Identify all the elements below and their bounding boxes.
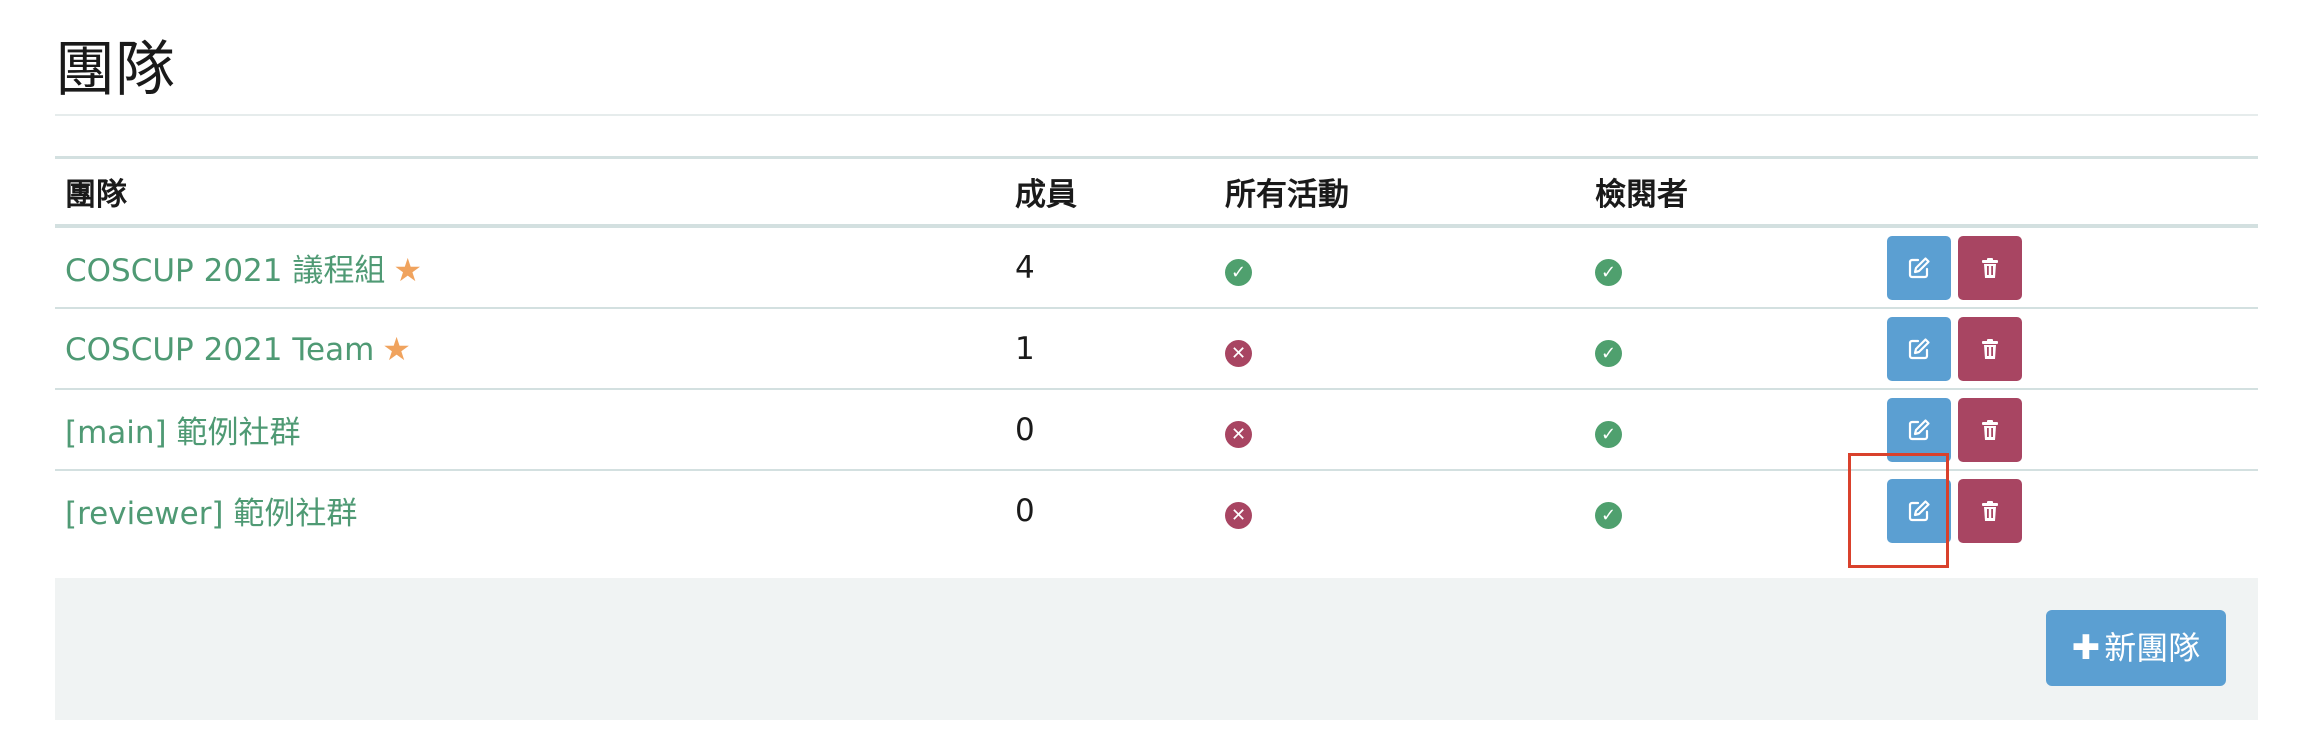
- table-row: [main] 範例社群 0 ✕ ✓: [55, 389, 2258, 470]
- delete-button[interactable]: [1958, 478, 2022, 543]
- team-name-link[interactable]: COSCUP 2021 Team: [65, 332, 374, 368]
- member-count: 0: [1015, 411, 1035, 448]
- team-name-link[interactable]: [reviewer] 範例社群: [65, 496, 357, 532]
- team-cell: COSCUP 2021 議程組 ★: [55, 226, 1005, 308]
- x-circle-icon: ✕: [1225, 339, 1252, 367]
- edit-button[interactable]: [1887, 316, 1951, 381]
- all-events-cell: ✕: [1215, 470, 1585, 550]
- title-divider: [55, 114, 2258, 116]
- table-footer: ✚ 新團隊: [55, 578, 2258, 720]
- reviewer-cell: ✓: [1585, 389, 1875, 470]
- table-row: COSCUP 2021 Team ★ 1 ✕ ✓: [55, 308, 2258, 389]
- actions-cell: [1875, 470, 2258, 550]
- new-team-label: 新團隊: [2104, 629, 2201, 667]
- team-cell: [reviewer] 範例社群: [55, 470, 1005, 550]
- x-circle-icon: ✕: [1225, 420, 1252, 448]
- check-circle-icon: ✓: [1595, 258, 1622, 286]
- header-team: 團隊: [65, 177, 127, 213]
- members-cell: 4: [1005, 226, 1215, 308]
- table-header-row: 團隊 成員 所有活動 檢閱者: [55, 157, 2258, 227]
- actions-cell: [1875, 308, 2258, 389]
- header-reviewer: 檢閱者: [1595, 177, 1688, 213]
- team-cell: [main] 範例社群: [55, 389, 1005, 470]
- actions-cell: [1875, 226, 2258, 308]
- header-actions: [1875, 158, 2258, 227]
- reviewer-cell: ✓: [1585, 308, 1875, 389]
- all-events-cell: ✓: [1215, 226, 1585, 308]
- new-team-button[interactable]: ✚ 新團隊: [2046, 610, 2226, 686]
- member-count: 1: [1015, 330, 1035, 367]
- table-row: [reviewer] 範例社群 0 ✕ ✓: [55, 470, 2258, 550]
- star-icon: ★: [382, 329, 411, 368]
- team-name-link[interactable]: COSCUP 2021 議程組: [65, 253, 385, 289]
- member-count: 0: [1015, 492, 1035, 529]
- check-circle-icon: ✓: [1595, 501, 1622, 529]
- reviewer-cell: ✓: [1585, 226, 1875, 308]
- team-table: 團隊 成員 所有活動 檢閱者 COSCUP 2021 議程組 ★ 4 ✓ ✓ COSCUP…: [55, 156, 2258, 550]
- star-icon: ★: [393, 251, 423, 289]
- header-all-events: 所有活動: [1225, 177, 1349, 213]
- team-cell: COSCUP 2021 Team ★: [55, 308, 1005, 389]
- x-circle-icon: ✕: [1225, 501, 1252, 529]
- reviewer-cell: ✓: [1585, 470, 1875, 550]
- delete-button[interactable]: [1958, 235, 2022, 300]
- team-name-link[interactable]: [main] 範例社群: [65, 415, 301, 451]
- teams-page: 團隊 團隊 成員 所有活動 檢閱者 COSCUP 2021 議程組 ★ 4 ✓ ✓ COS…: [0, 0, 2312, 752]
- plus-icon: ✚: [2071, 628, 2101, 668]
- check-circle-icon: ✓: [1225, 258, 1252, 286]
- page-title: 團隊: [55, 35, 175, 105]
- table-row: COSCUP 2021 議程組 ★ 4 ✓ ✓: [55, 226, 2258, 308]
- all-events-cell: ✕: [1215, 308, 1585, 389]
- edit-button[interactable]: [1887, 235, 1951, 300]
- actions-cell: [1875, 389, 2258, 470]
- header-members: 成員: [1015, 177, 1077, 213]
- all-events-cell: ✕: [1215, 389, 1585, 470]
- delete-button[interactable]: [1958, 316, 2022, 381]
- member-count: 4: [1015, 249, 1035, 286]
- members-cell: 1: [1005, 308, 1215, 389]
- members-cell: 0: [1005, 389, 1215, 470]
- edit-button[interactable]: [1887, 478, 1951, 543]
- check-circle-icon: ✓: [1595, 339, 1622, 367]
- members-cell: 0: [1005, 470, 1215, 550]
- edit-button[interactable]: [1887, 397, 1951, 462]
- delete-button[interactable]: [1958, 397, 2022, 462]
- check-circle-icon: ✓: [1595, 420, 1622, 448]
